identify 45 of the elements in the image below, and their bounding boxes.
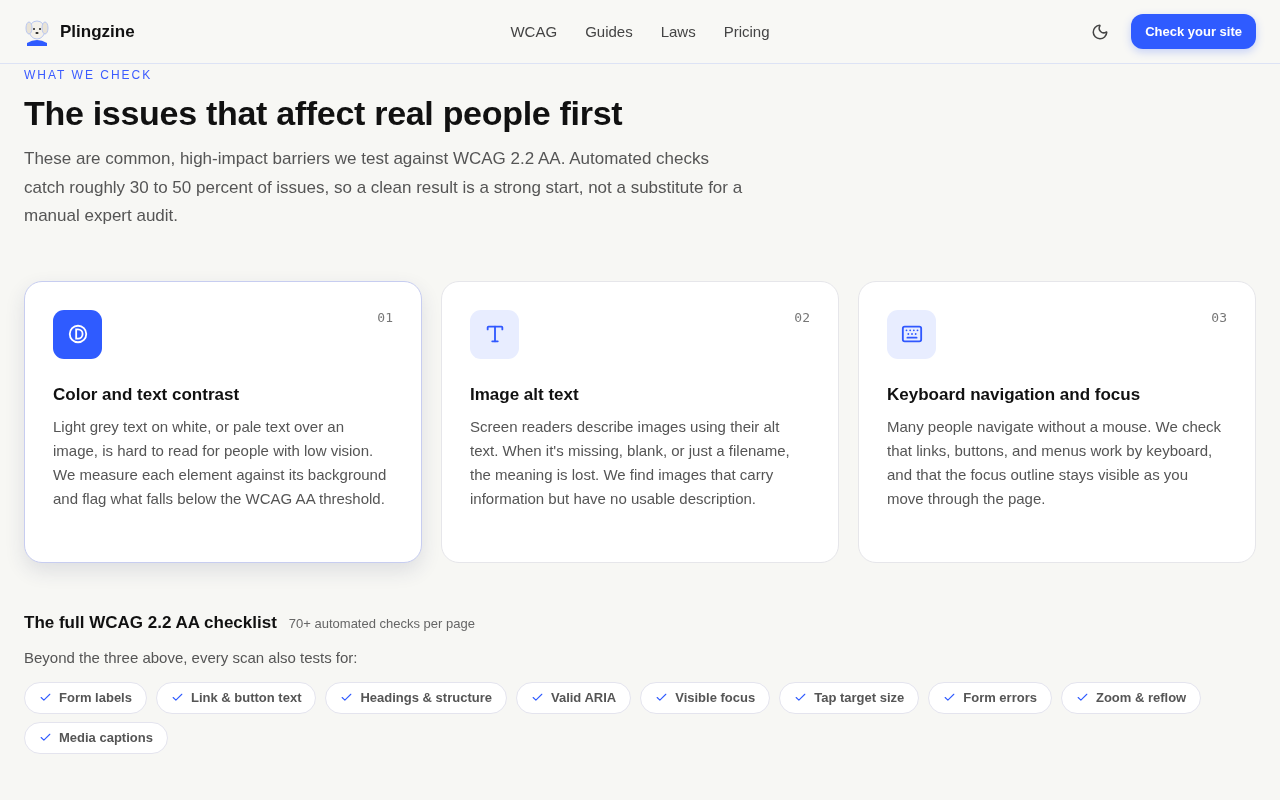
- contrast-icon: [66, 323, 89, 345]
- brand-name[interactable]: Plingzine: [60, 21, 135, 42]
- checklist-note: 70+ automated checks per page: [288, 615, 475, 631]
- nav-link[interactable]: WCAG: [510, 23, 558, 40]
- feature-card[interactable]: [441, 280, 839, 563]
- check-icon: [39, 731, 52, 744]
- check-tag: Valid ARIA: [515, 681, 632, 714]
- check-icon: [794, 691, 808, 704]
- nav-link[interactable]: Laws: [660, 23, 696, 40]
- check-site-button[interactable]: Check your site: [1131, 14, 1256, 49]
- card-text: Many people navigate without a mouse. We check that links, buttons, and menus work by keyboard, and that the focus outline stays visible as you move through the page.: [887, 416, 1223, 509]
- nav-link[interactable]: Pricing: [723, 23, 770, 40]
- check-icon: [943, 691, 957, 704]
- card-text: Screen readers describe images using their alt text. When it's missing, blank, or just a filename, the meaning is lost. We find images that carry information but have no usable description.: [470, 416, 791, 509]
- check-tag: Zoom & reflow: [1060, 681, 1202, 714]
- card-title: Keyboard navigation and focus: [887, 384, 1142, 405]
- card-title: Image alt text: [470, 384, 580, 405]
- section-eyebrow: WHAT WE CHECK: [24, 68, 154, 82]
- intro-paragraph: These are common, high-impact barriers we test against WCAG 2.2 AA. Automated checks catch roughly 30 to 50 percent of issues, so a clean result is a strong start, not a substitute for a manual expert audit.: [24, 148, 744, 227]
- check-icon: [170, 691, 184, 704]
- check-icon: [39, 691, 52, 704]
- check-tag: Headings & structure: [325, 681, 507, 714]
- check-icon: [1075, 691, 1089, 704]
- check-tag: Visible focus: [640, 681, 771, 714]
- check-tag: Form errors: [928, 681, 1052, 714]
- card-number: 03: [1211, 309, 1227, 325]
- check-icon: [530, 691, 544, 704]
- check-tag: Link & button text: [155, 681, 317, 714]
- nav-link[interactable]: Guides: [585, 23, 633, 40]
- card-text: Light grey text on white, or pale text over an image, is hard to read for people with low vision. We measure each element against its background and flag what falls below the WCAG AA threshold.: [53, 416, 388, 509]
- check-tag: Form labels: [24, 681, 147, 714]
- page-title: The issues that affect real people first: [24, 94, 624, 133]
- checklist-title: The full WCAG 2.2 AA checklist: [24, 612, 277, 633]
- feature-card[interactable]: 03 Keyboard navigation and focus Many people navigate without a mouse. We check that links, buttons, and menus work by keyboard, and that the focus outline stays visible as you move through the page.: [858, 280, 1256, 563]
- check-tag: Tap target size: [779, 681, 920, 714]
- check-icon: [340, 691, 354, 704]
- check-tag: Media captions: [24, 721, 168, 754]
- check-icon: [655, 691, 669, 704]
- card-number: 01: [377, 309, 393, 325]
- dark-mode-icon[interactable]: [1091, 22, 1110, 41]
- checklist-lead: Beyond the three above, every scan also tests for:: [24, 648, 359, 666]
- feature-card[interactable]: [24, 280, 422, 563]
- keyboard-icon: [900, 323, 923, 345]
- card-number: 02: [794, 309, 810, 325]
- card-title: Color and text contrast: [53, 384, 241, 405]
